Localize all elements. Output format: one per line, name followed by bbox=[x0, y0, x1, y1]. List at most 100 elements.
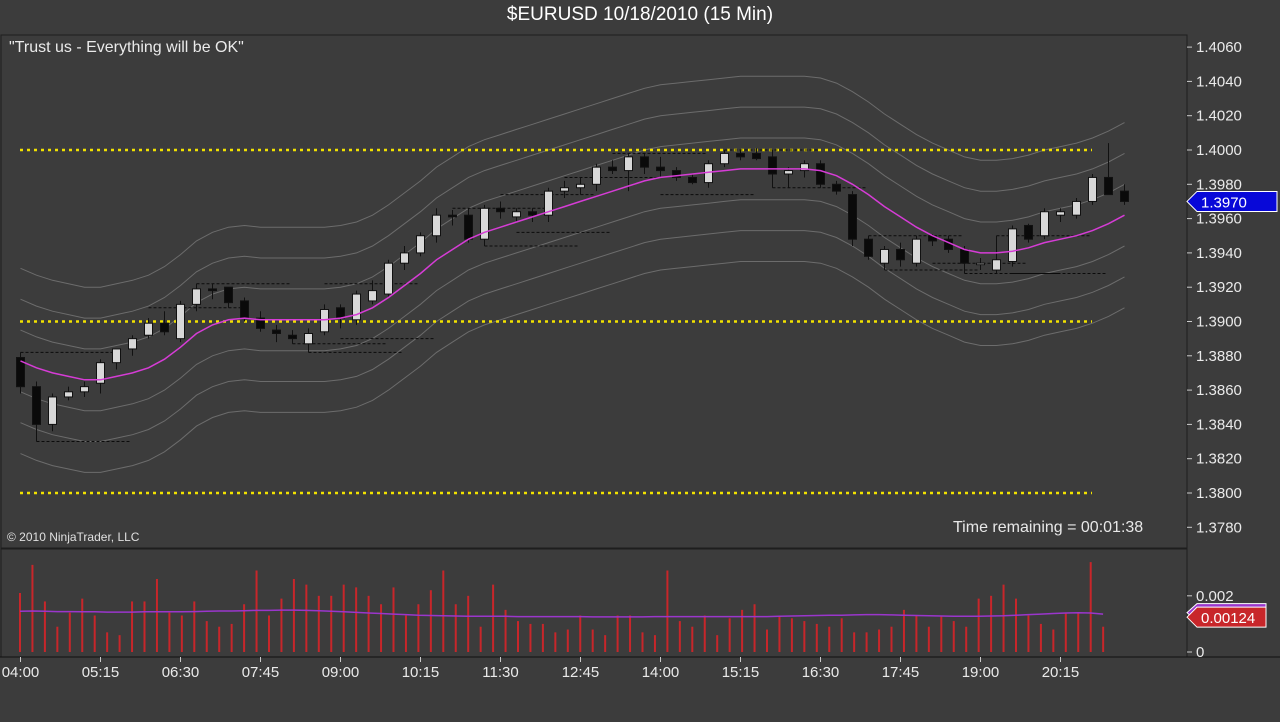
envelope-band-line bbox=[20, 137, 1125, 350]
candle-body bbox=[752, 152, 761, 160]
candle-body bbox=[880, 248, 889, 264]
candle-body bbox=[1040, 211, 1049, 237]
candle-body bbox=[1120, 190, 1129, 202]
envelope-band-line bbox=[20, 261, 1125, 473]
time-axis-label: 10:15 bbox=[402, 664, 440, 681]
candle-body bbox=[960, 248, 969, 264]
candle-body bbox=[912, 238, 921, 264]
volume-axis-label: 0.002 bbox=[1196, 588, 1234, 605]
envelope-band-line bbox=[20, 106, 1125, 319]
volume-last-label: 0.00124 bbox=[1201, 610, 1255, 627]
time-axis-label: 09:00 bbox=[322, 664, 360, 681]
envelope-band-line bbox=[20, 199, 1125, 412]
candle-body bbox=[528, 211, 537, 216]
candle-body bbox=[448, 214, 457, 218]
time-axis-label: 04:00 bbox=[2, 664, 40, 681]
time-axis-label: 14:00 bbox=[642, 664, 680, 681]
price-axis-label: 1.4040 bbox=[1196, 73, 1242, 90]
candle-body bbox=[768, 156, 777, 175]
candle-body bbox=[576, 183, 585, 189]
candle-body bbox=[624, 156, 633, 172]
candle-body bbox=[480, 207, 489, 240]
candle-body bbox=[1088, 176, 1097, 202]
candle-body bbox=[1104, 176, 1113, 196]
time-axis-label: 15:15 bbox=[722, 664, 760, 681]
price-axis-label: 1.4020 bbox=[1196, 108, 1242, 125]
candle-body bbox=[80, 386, 89, 393]
candle-body bbox=[128, 338, 137, 350]
time-axis-label: 12:45 bbox=[562, 664, 600, 681]
price-axis-label: 1.3860 bbox=[1196, 382, 1242, 399]
candle-body bbox=[736, 152, 745, 158]
candle-body bbox=[784, 170, 793, 175]
price-axis-label: 1.3820 bbox=[1196, 451, 1242, 468]
envelope-band-line bbox=[20, 230, 1125, 442]
last-price-label: 1.3970 bbox=[1201, 194, 1247, 211]
candle-body bbox=[432, 214, 441, 237]
price-axis-label: 1.3960 bbox=[1196, 211, 1242, 228]
price-axis-label: 1.4000 bbox=[1196, 142, 1242, 159]
candle-body bbox=[144, 322, 153, 336]
candle-body bbox=[304, 333, 313, 345]
chart-title: $EURUSD 10/18/2010 (15 Min) bbox=[506, 4, 774, 25]
candle-body bbox=[384, 262, 393, 295]
candle-body bbox=[976, 262, 985, 266]
candle-body bbox=[864, 238, 873, 257]
candle-body bbox=[288, 334, 297, 340]
chart-window: 1.4060 1.4040 1.4020 1.4000 1.3980 1.3960 1.39… bbox=[0, 0, 1280, 722]
candle-body bbox=[416, 235, 425, 254]
candle-body bbox=[400, 252, 409, 264]
price-axis-label: 1.3880 bbox=[1196, 348, 1242, 365]
copyright-text: © 2010 NinjaTrader, LLC bbox=[7, 530, 140, 544]
candle-body bbox=[192, 288, 201, 305]
moving-average-line bbox=[20, 168, 1125, 381]
candle-body bbox=[320, 308, 329, 333]
envelope-band-line bbox=[20, 75, 1125, 288]
chart-canvas[interactable]: 1.40601.40401.40201.40001.39801.39601.39… bbox=[0, 0, 1280, 722]
price-axis-label: 1.3840 bbox=[1196, 416, 1242, 433]
candle-body bbox=[1024, 224, 1033, 240]
candle-body bbox=[688, 176, 697, 184]
candle-body bbox=[1056, 211, 1065, 216]
candle-body bbox=[32, 386, 41, 425]
time-axis-label: 11:30 bbox=[482, 664, 518, 681]
candle-body bbox=[832, 183, 841, 192]
candle-body bbox=[848, 194, 857, 240]
volume-axis-label: 0 bbox=[1196, 644, 1204, 661]
candle-body bbox=[48, 396, 57, 425]
price-axis-label: 1.4060 bbox=[1196, 39, 1242, 56]
chart-subtitle: "Trust us - Everything will be OK" bbox=[9, 39, 244, 56]
time-axis-label: 07:45 bbox=[242, 664, 280, 681]
time-axis-label: 17:45 bbox=[882, 664, 920, 681]
price-axis-label: 1.3900 bbox=[1196, 314, 1242, 331]
candle-body bbox=[640, 156, 649, 168]
candle-body bbox=[64, 391, 73, 398]
candle-body bbox=[1008, 228, 1017, 262]
candle-body bbox=[816, 163, 825, 185]
price-axis-label: 1.3940 bbox=[1196, 245, 1242, 262]
candle-body bbox=[368, 290, 377, 302]
candle-body bbox=[512, 211, 521, 218]
candle-body bbox=[464, 214, 473, 240]
candle-body bbox=[336, 307, 345, 319]
price-panel-frame bbox=[0, 34, 1188, 549]
candle-body bbox=[720, 152, 729, 165]
candle-body bbox=[560, 187, 569, 192]
candle-body bbox=[1072, 200, 1081, 216]
candle-body bbox=[272, 329, 281, 335]
price-axis-label: 1.3920 bbox=[1196, 279, 1242, 296]
candle-body bbox=[240, 300, 249, 319]
time-axis-label: 16:30 bbox=[802, 664, 840, 681]
candle-body bbox=[896, 248, 905, 261]
time-axis-label: 19:00 bbox=[962, 664, 1000, 681]
candle-body bbox=[608, 166, 617, 172]
candle-body bbox=[208, 288, 217, 292]
price-axis-label: 1.3800 bbox=[1196, 485, 1242, 502]
candle-body bbox=[992, 259, 1001, 271]
candle-body bbox=[112, 348, 121, 364]
candle-body bbox=[496, 207, 505, 213]
candle-body bbox=[592, 166, 601, 185]
time-axis-label: 05:15 bbox=[82, 664, 120, 681]
time-axis-label: 06:30 bbox=[162, 664, 200, 681]
price-axis-label: 1.3980 bbox=[1196, 176, 1242, 193]
